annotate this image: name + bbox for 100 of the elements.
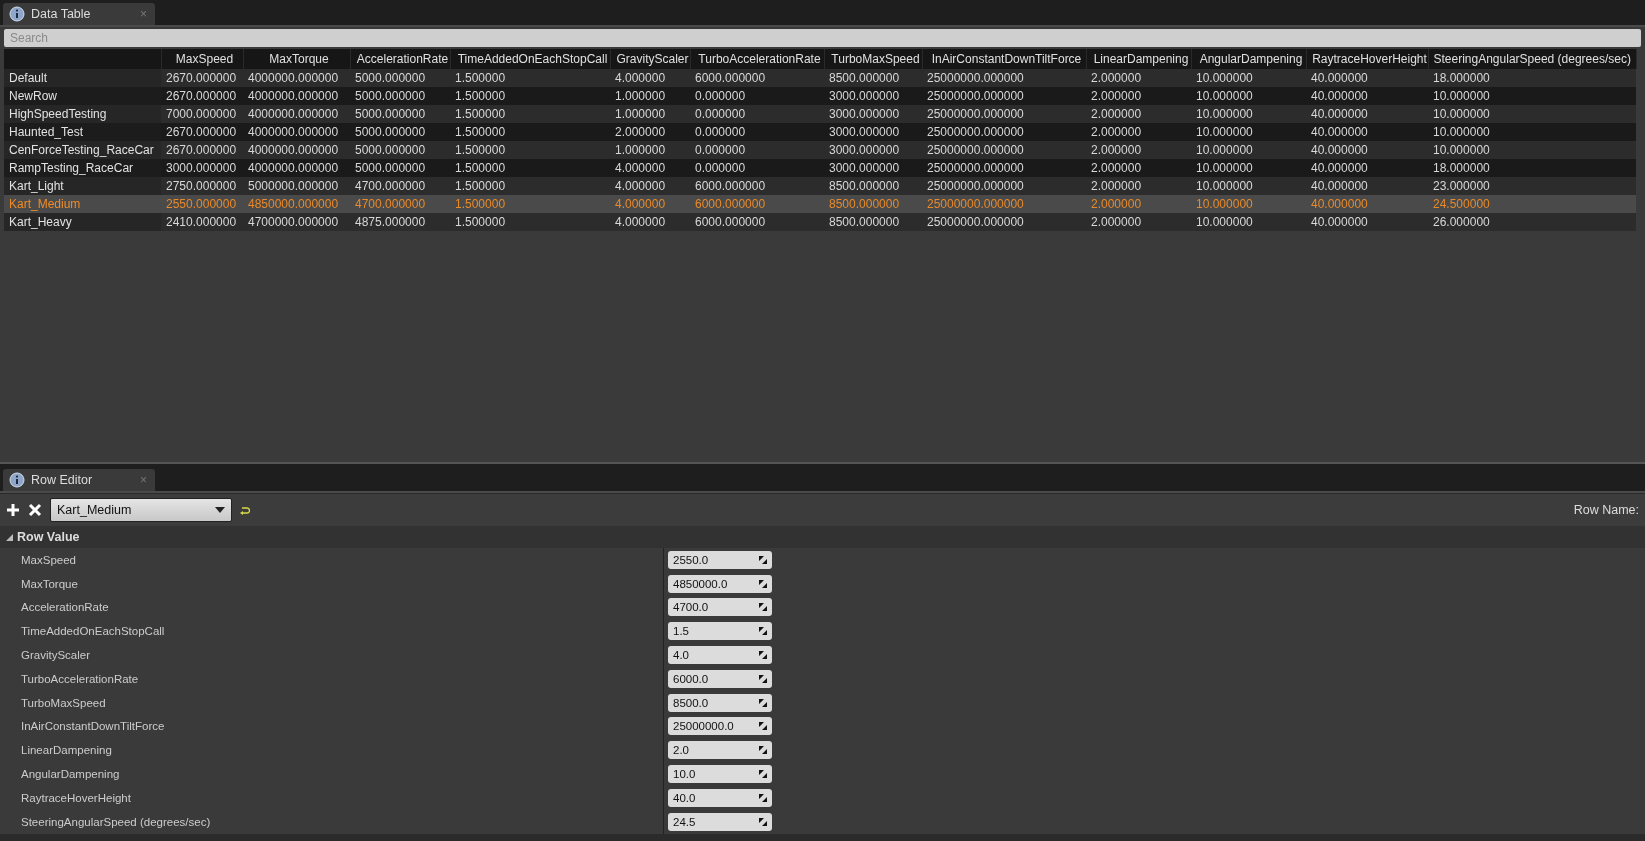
property-name: LinearDampening bbox=[21, 744, 112, 757]
table-cell: 4000000.000000 bbox=[243, 123, 350, 141]
table-cell: 2670.000000 bbox=[161, 87, 243, 105]
table-cell: 40.000000 bbox=[1306, 87, 1428, 105]
resize-arrows-icon bbox=[759, 579, 767, 588]
number-field[interactable]: 4.0 bbox=[668, 646, 772, 665]
number-field[interactable]: 2550.0 bbox=[668, 550, 772, 569]
table-cell: 5000.000000 bbox=[350, 87, 450, 105]
property-name: InAirConstantDownTiltForce bbox=[21, 720, 165, 733]
table-cell: 1.500000 bbox=[450, 87, 610, 105]
column-header[interactable]: MaxSpeed bbox=[161, 49, 243, 69]
number-field[interactable]: 4850000.0 bbox=[668, 574, 772, 593]
number-field[interactable]: 24.5 bbox=[668, 812, 772, 831]
caret-icon bbox=[215, 507, 225, 513]
number-field[interactable]: 8500.0 bbox=[668, 693, 772, 712]
table-cell: 4875.000000 bbox=[350, 213, 450, 231]
column-header[interactable]: AngularDampening bbox=[1191, 49, 1306, 69]
table-cell: 7000.000000 bbox=[161, 105, 243, 123]
property-name: AngularDampening bbox=[21, 768, 120, 781]
resize-arrows-icon bbox=[759, 555, 767, 564]
table-cell: 25000000.000000 bbox=[922, 177, 1086, 195]
table-cell: 18.000000 bbox=[1428, 159, 1636, 177]
info-icon bbox=[9, 472, 25, 488]
delete-icon[interactable] bbox=[28, 503, 42, 517]
property-name: AccelerationRate bbox=[21, 601, 109, 614]
table-cell: 2670.000000 bbox=[161, 141, 243, 159]
resize-arrows-icon bbox=[759, 722, 767, 731]
table-cell: 10.000000 bbox=[1191, 141, 1306, 159]
table-cell: 2550.000000 bbox=[161, 195, 243, 213]
table-cell: 25000000.000000 bbox=[922, 69, 1086, 87]
table-cell: 1.000000 bbox=[610, 87, 690, 105]
search-field[interactable]: Search bbox=[4, 29, 1641, 47]
table-cell: 4700.000000 bbox=[350, 195, 450, 213]
number-field[interactable]: 1.5 bbox=[668, 622, 772, 641]
table-cell: 1.500000 bbox=[450, 177, 610, 195]
table-cell: 1.000000 bbox=[610, 141, 690, 159]
table-cell: 6000.000000 bbox=[690, 213, 824, 231]
table-cell: 2410.000000 bbox=[161, 213, 243, 231]
number-field[interactable]: 4700.0 bbox=[668, 598, 772, 617]
table-cell: 1.500000 bbox=[450, 159, 610, 177]
resize-arrows-icon bbox=[759, 746, 767, 755]
table-cell: 4000000.000000 bbox=[243, 87, 350, 105]
column-header[interactable]: LinearDampening bbox=[1086, 49, 1191, 69]
table-cell: 4000000.000000 bbox=[243, 159, 350, 177]
table-cell: 3000.000000 bbox=[161, 159, 243, 177]
table-cell: 10.000000 bbox=[1428, 141, 1636, 159]
table-cell: 2.000000 bbox=[1086, 141, 1191, 159]
table-cell: 0.000000 bbox=[690, 123, 824, 141]
expand-arrow-icon[interactable] bbox=[6, 533, 13, 541]
column-header[interactable]: TurboMaxSpeed bbox=[824, 49, 922, 69]
resize-arrows-icon bbox=[759, 674, 767, 683]
table-cell: 1.500000 bbox=[450, 123, 610, 141]
column-header[interactable]: SteeringAngularSpeed (degrees/sec) bbox=[1428, 49, 1636, 69]
table-cell: 40.000000 bbox=[1306, 159, 1428, 177]
table-cell: 10.000000 bbox=[1191, 159, 1306, 177]
table-cell: 0.000000 bbox=[690, 159, 824, 177]
panel-tab[interactable]: Row Editor × bbox=[3, 469, 155, 491]
table-cell: 2.000000 bbox=[1086, 87, 1191, 105]
property-name: MaxSpeed bbox=[21, 553, 76, 566]
row-dropdown[interactable]: Kart_Medium bbox=[50, 498, 232, 522]
table-cell: 1.000000 bbox=[610, 105, 690, 123]
table-cell: 5000.000000 bbox=[350, 141, 450, 159]
table-cell: 2.000000 bbox=[1086, 159, 1191, 177]
column-header[interactable]: GravityScaler bbox=[610, 49, 690, 69]
table-cell: 4000000.000000 bbox=[243, 69, 350, 87]
table-cell: 4700000.000000 bbox=[243, 213, 350, 231]
number-field[interactable]: 2.0 bbox=[668, 741, 772, 760]
number-field[interactable]: 40.0 bbox=[668, 788, 772, 807]
row-name[interactable]: Default bbox=[9, 71, 48, 85]
number-field[interactable]: 10.0 bbox=[668, 765, 772, 784]
table-cell: 3000.000000 bbox=[824, 87, 922, 105]
table-cell: 4.000000 bbox=[610, 159, 690, 177]
add-icon[interactable] bbox=[6, 503, 20, 517]
table-cell: 25000000.000000 bbox=[922, 159, 1086, 177]
table-cell: 25000000.000000 bbox=[922, 213, 1086, 231]
number-field[interactable]: 6000.0 bbox=[668, 669, 772, 688]
table-cell: 5000000.000000 bbox=[243, 177, 350, 195]
table-cell: 10.000000 bbox=[1191, 123, 1306, 141]
column-header[interactable]: TimeAddedOnEachStopCall bbox=[450, 49, 610, 69]
table-cell: 18.000000 bbox=[1428, 69, 1636, 87]
table-cell: 6000.000000 bbox=[690, 177, 824, 195]
table-cell: 8500.000000 bbox=[824, 195, 922, 213]
section-header[interactable]: Row Value bbox=[0, 526, 1645, 548]
table-cell: 2.000000 bbox=[1086, 177, 1191, 195]
table-cell: 3000.000000 bbox=[824, 123, 922, 141]
table-cell: 4000000.000000 bbox=[243, 141, 350, 159]
table-cell: 1.500000 bbox=[450, 213, 610, 231]
table-cell: 1.500000 bbox=[450, 69, 610, 87]
table-cell: 24.500000 bbox=[1428, 195, 1636, 213]
column-header[interactable]: MaxTorque bbox=[243, 49, 350, 69]
tab-title: Data Table bbox=[31, 7, 92, 21]
column-header[interactable]: InAirConstantDownTiltForce bbox=[922, 49, 1086, 69]
column-header[interactable]: RaytraceHoverHeight bbox=[1306, 49, 1428, 69]
reset-arrow-icon[interactable] bbox=[240, 505, 250, 515]
column-header[interactable]: AccelerationRate bbox=[350, 49, 450, 69]
number-field[interactable]: 25000000.0 bbox=[668, 717, 772, 736]
column-header[interactable]: TurboAccelerationRate bbox=[690, 49, 824, 69]
panel-tab[interactable]: Data Table × bbox=[3, 3, 155, 25]
table-cell: 10.000000 bbox=[1191, 87, 1306, 105]
table-cell: 23.000000 bbox=[1428, 177, 1636, 195]
